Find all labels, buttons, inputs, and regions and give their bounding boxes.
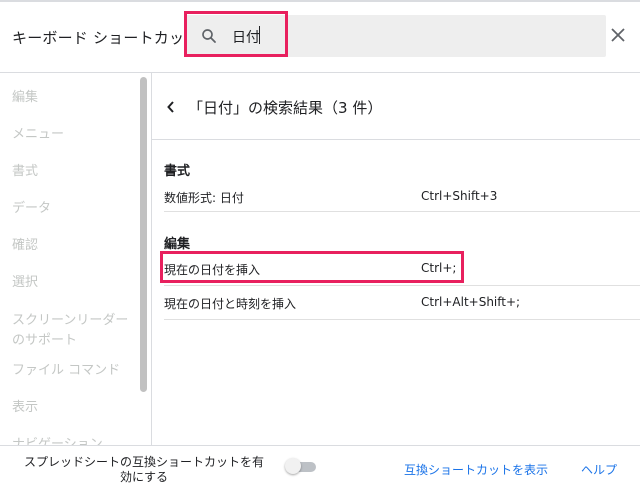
row-highlight-box	[160, 251, 464, 283]
help-link[interactable]: ヘルプ	[581, 461, 617, 478]
results-title: 「日付」の検索結果（3 件）	[188, 99, 383, 117]
sidebar-item-screen-reader[interactable]: スクリーンリーダーのサポート	[12, 311, 137, 351]
back-arrow-icon[interactable]	[166, 100, 176, 114]
row-divider	[164, 319, 640, 320]
category-sidebar: 編集 メニュー 書式 データ 確認 選択 スクリーンリーダーのサポート ファイル…	[0, 73, 150, 445]
sidebar-divider	[151, 73, 152, 445]
shortcut-keys: Ctrl+Alt+Shift+;	[421, 295, 521, 309]
sidebar-scrollbar[interactable]	[140, 77, 147, 392]
results-divider	[152, 139, 640, 140]
section-heading-format: 書式	[164, 164, 191, 179]
section-heading-edit: 編集	[164, 237, 191, 252]
compat-shortcuts-toggle[interactable]	[285, 458, 317, 474]
sidebar-item-navigation[interactable]: ナビゲーション	[12, 435, 137, 445]
sidebar-item-view[interactable]: 表示	[12, 398, 137, 418]
sidebar-item-data[interactable]: データ	[12, 199, 137, 219]
dialog-title: キーボード ショートカット	[12, 29, 200, 47]
sidebar-item-review[interactable]: 確認	[12, 236, 137, 256]
show-compat-shortcuts-link[interactable]: 互換ショートカットを表示	[404, 461, 548, 478]
row-divider	[164, 285, 640, 286]
shortcut-action: 数値形式: 日付	[164, 191, 244, 205]
sidebar-item-edit[interactable]: 編集	[12, 88, 137, 108]
sidebar-item-format[interactable]: 書式	[12, 162, 137, 182]
footer-divider	[0, 445, 640, 446]
sidebar-item-file-commands[interactable]: ファイル コマンド	[12, 361, 137, 381]
shortcut-action: 現在の日付と時刻を挿入	[164, 297, 297, 311]
search-highlight-box	[184, 11, 288, 57]
toggle-thumb	[285, 458, 301, 474]
shortcut-keys: Ctrl+Shift+3	[421, 189, 498, 203]
sidebar-item-select[interactable]: 選択	[12, 273, 137, 293]
top-border	[0, 0, 640, 2]
close-icon[interactable]	[611, 28, 625, 42]
row-divider	[164, 211, 640, 212]
compat-shortcuts-label: スプレッドシートの互換ショートカットを有効にする	[23, 455, 264, 484]
sidebar-item-menu[interactable]: メニュー	[12, 125, 137, 145]
